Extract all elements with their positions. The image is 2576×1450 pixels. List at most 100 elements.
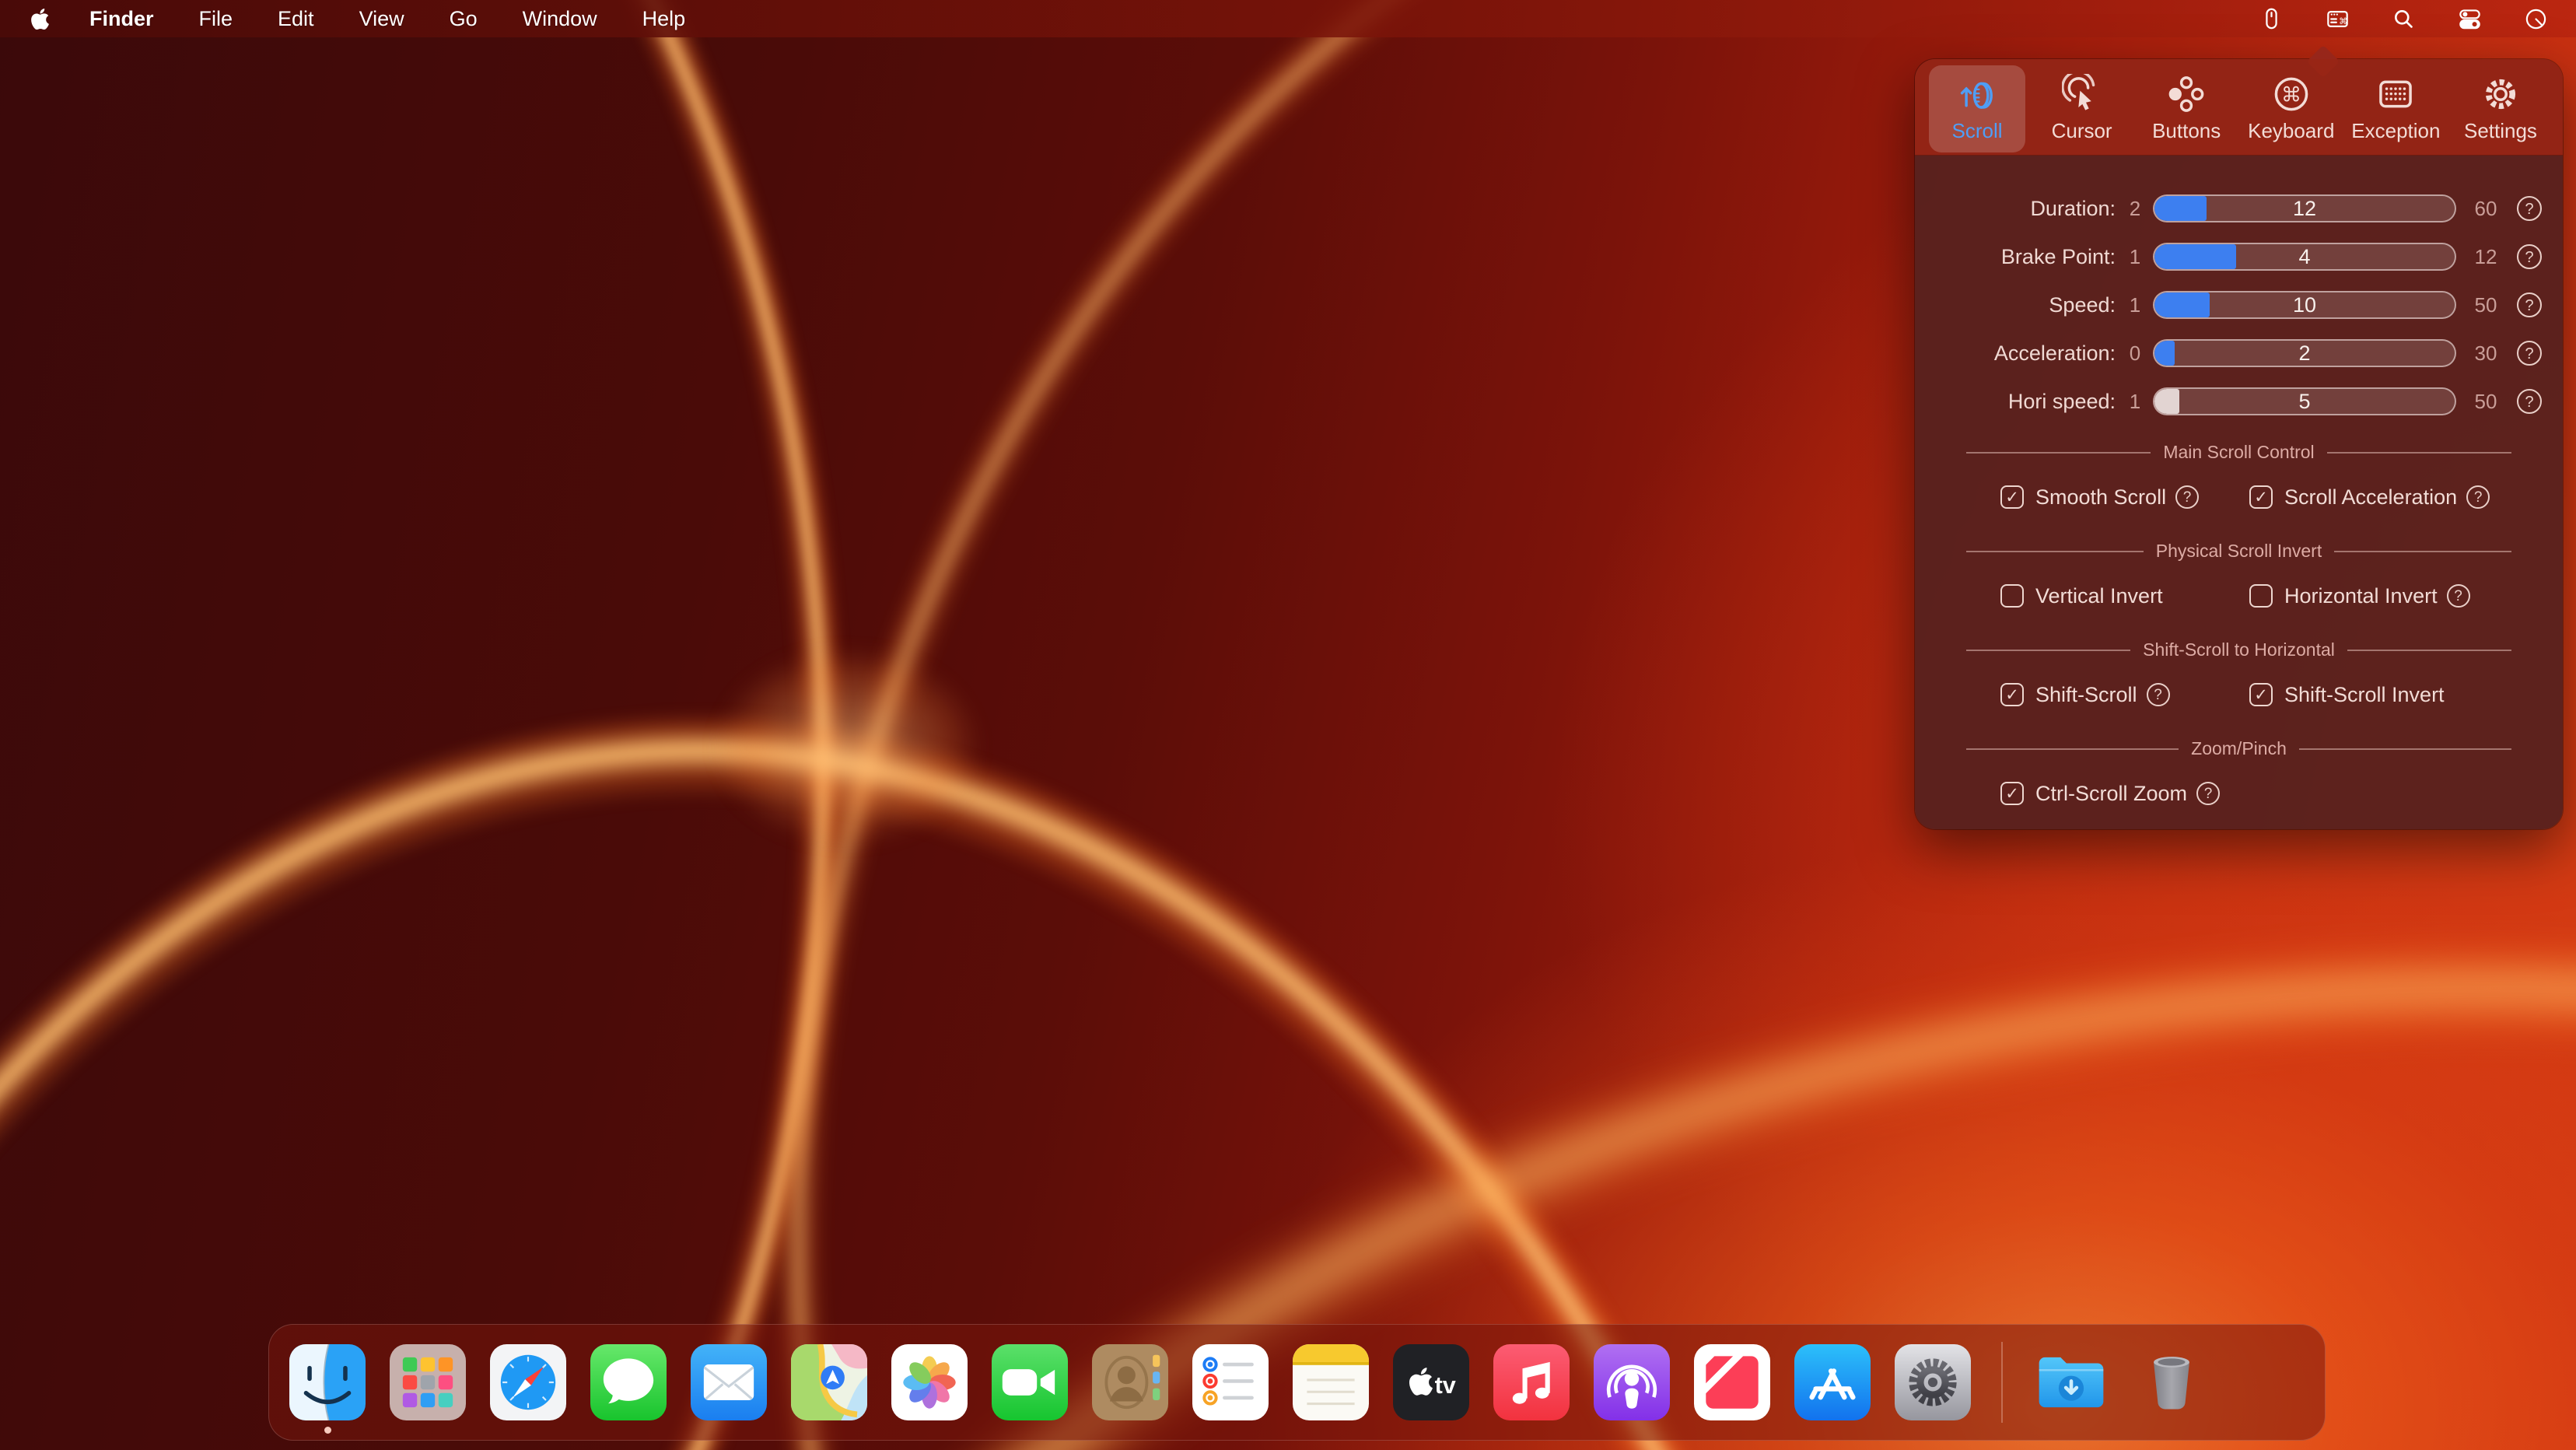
cursor-click-icon bbox=[2062, 74, 2102, 114]
dock-item-launchpad[interactable] bbox=[390, 1344, 466, 1420]
checkbox-row: ✓ Smooth Scroll ? ✓ Scroll Acceleration … bbox=[1935, 480, 2543, 514]
duration-slider[interactable]: 12 bbox=[2153, 194, 2456, 222]
tv-icon: tv bbox=[1393, 1344, 1469, 1420]
mouse-status-icon[interactable] bbox=[2259, 7, 2284, 31]
divider-line bbox=[1966, 452, 2151, 454]
check-mark: ✓ bbox=[2005, 687, 2019, 703]
help-icon[interactable]: ? bbox=[2196, 782, 2220, 805]
mouse-buttons-icon bbox=[2166, 74, 2207, 114]
dock-item-podcasts[interactable] bbox=[1594, 1344, 1670, 1420]
checkbox-ctrl-scroll-zoom[interactable]: ✓ Ctrl-Scroll Zoom ? bbox=[2000, 782, 2249, 806]
dock-item-messages[interactable] bbox=[590, 1344, 667, 1420]
dock-item-music[interactable] bbox=[1493, 1344, 1570, 1420]
checkbox-vertical-invert[interactable]: ✓ Vertical Invert bbox=[2000, 584, 2249, 608]
checkbox-box[interactable]: ✓ bbox=[2249, 485, 2273, 509]
checkbox-shift-scroll-invert[interactable]: ✓ Shift-Scroll Invert bbox=[2249, 683, 2445, 707]
brake-point-slider[interactable]: 4 bbox=[2153, 243, 2456, 271]
slider-row-hori-speed: Hori speed: 1 5 50 ? bbox=[1935, 387, 2543, 415]
tab-cursor[interactable]: Cursor bbox=[2034, 65, 2130, 152]
tab-settings[interactable]: Settings bbox=[2452, 65, 2549, 152]
menu-item-finder[interactable]: Finder bbox=[89, 7, 154, 31]
checkbox-box[interactable]: ✓ bbox=[2249, 584, 2273, 608]
control-center-icon[interactable] bbox=[2458, 7, 2482, 31]
slider-label: Speed: bbox=[1935, 293, 2116, 317]
menu-item-file[interactable]: File bbox=[199, 7, 233, 31]
menu-item-help[interactable]: Help bbox=[642, 7, 686, 31]
dock-item-contacts[interactable] bbox=[1092, 1344, 1168, 1420]
tab-label: Cursor bbox=[2052, 119, 2112, 143]
podcasts-icon bbox=[1594, 1344, 1670, 1420]
checkbox-box[interactable]: ✓ bbox=[2000, 683, 2024, 706]
dock-item-maps[interactable] bbox=[791, 1344, 867, 1420]
slider-max-value: 60 bbox=[2466, 197, 2506, 221]
checkbox-box[interactable]: ✓ bbox=[2000, 584, 2024, 608]
dock-item-safari[interactable] bbox=[490, 1344, 566, 1420]
dock-item-system-settings[interactable] bbox=[1895, 1344, 1971, 1420]
dock-item-news[interactable] bbox=[1694, 1344, 1770, 1420]
tab-label: Exception bbox=[2351, 119, 2440, 143]
dock-item-photos[interactable] bbox=[891, 1344, 968, 1420]
scroll-wheel-icon bbox=[1957, 74, 1997, 114]
help-icon[interactable]: ? bbox=[2466, 485, 2490, 509]
menu-item-go[interactable]: Go bbox=[450, 7, 478, 31]
checkbox-box[interactable]: ✓ bbox=[2249, 683, 2273, 706]
checkbox-label: Horizontal Invert bbox=[2284, 584, 2438, 608]
acceleration-slider[interactable]: 2 bbox=[2153, 339, 2456, 367]
divider-line bbox=[2327, 452, 2511, 454]
tab-exception[interactable]: Exception bbox=[2347, 65, 2444, 152]
shortcuts-window-icon[interactable]: ⌘ bbox=[2326, 7, 2350, 31]
checkbox-horizontal-invert[interactable]: ✓ Horizontal Invert ? bbox=[2249, 584, 2470, 608]
help-icon[interactable]: ? bbox=[2147, 683, 2170, 706]
dock-item-downloads[interactable] bbox=[2033, 1344, 2109, 1420]
clock-icon[interactable] bbox=[2524, 7, 2548, 31]
tab-scroll[interactable]: Scroll bbox=[1929, 65, 2025, 152]
slider-min-value: 2 bbox=[2123, 197, 2147, 221]
menu-item-edit[interactable]: Edit bbox=[278, 7, 314, 31]
slider-min-value: 1 bbox=[2123, 245, 2147, 269]
help-icon[interactable]: ? bbox=[2517, 292, 2542, 317]
checkbox-box[interactable]: ✓ bbox=[2000, 485, 2024, 509]
safari-icon bbox=[490, 1344, 566, 1420]
dock-item-tv[interactable]: tv bbox=[1393, 1344, 1469, 1420]
section-header-shift-scroll: Shift-Scroll to Horizontal bbox=[1966, 639, 2511, 660]
dock-item-reminders[interactable] bbox=[1192, 1344, 1269, 1420]
dock-item-trash[interactable] bbox=[2133, 1344, 2210, 1420]
checkbox-box[interactable]: ✓ bbox=[2000, 782, 2024, 805]
checkbox-shift-scroll[interactable]: ✓ Shift-Scroll ? bbox=[2000, 683, 2249, 707]
help-icon[interactable]: ? bbox=[2517, 244, 2542, 269]
tab-keyboard[interactable]: ⌘ Keyboard bbox=[2243, 65, 2340, 152]
gear-icon bbox=[2480, 74, 2521, 114]
dock-item-mail[interactable] bbox=[691, 1344, 767, 1420]
checkbox-smooth-scroll[interactable]: ✓ Smooth Scroll ? bbox=[2000, 485, 2249, 510]
slider-row-duration: Duration: 2 12 60 ? bbox=[1935, 194, 2543, 222]
dock-item-facetime[interactable] bbox=[992, 1344, 1068, 1420]
help-icon[interactable]: ? bbox=[2517, 196, 2542, 221]
divider-line bbox=[2299, 748, 2511, 750]
section-title: Physical Scroll Invert bbox=[2156, 541, 2322, 562]
menu-item-view[interactable]: View bbox=[359, 7, 404, 31]
tab-buttons[interactable]: Buttons bbox=[2138, 65, 2235, 152]
hori-speed-slider[interactable]: 5 bbox=[2153, 387, 2456, 415]
slider-row-brake-point: Brake Point: 1 4 12 ? bbox=[1935, 243, 2543, 271]
dock-item-notes[interactable] bbox=[1293, 1344, 1369, 1420]
help-icon[interactable]: ? bbox=[2517, 389, 2542, 414]
slider-min-value: 0 bbox=[2123, 341, 2147, 366]
dock-item-app-store[interactable] bbox=[1794, 1344, 1871, 1420]
section-title: Main Scroll Control bbox=[2163, 442, 2314, 463]
help-icon[interactable]: ? bbox=[2517, 341, 2542, 366]
help-icon[interactable]: ? bbox=[2447, 584, 2470, 608]
menu-item-window[interactable]: Window bbox=[523, 7, 597, 31]
apple-menu[interactable] bbox=[28, 7, 52, 31]
scroll-settings-popover: Scroll Cursor Buttons ⌘ Keyboard Excepti… bbox=[1915, 59, 2563, 829]
app-store-icon bbox=[1794, 1344, 1871, 1420]
checkbox-scroll-acceleration[interactable]: ✓ Scroll Acceleration ? bbox=[2249, 485, 2490, 510]
spotlight-search-icon[interactable] bbox=[2392, 7, 2416, 31]
slider-min-value: 1 bbox=[2123, 390, 2147, 414]
checkbox-label: Shift-Scroll Invert bbox=[2284, 683, 2445, 707]
dock-item-finder[interactable] bbox=[289, 1344, 366, 1420]
command-key-icon: ⌘ bbox=[2271, 74, 2312, 114]
slider-row-acceleration: Acceleration: 0 2 30 ? bbox=[1935, 339, 2543, 367]
slider-max-value: 30 bbox=[2466, 341, 2506, 366]
help-icon[interactable]: ? bbox=[2175, 485, 2199, 509]
speed-slider[interactable]: 10 bbox=[2153, 291, 2456, 319]
